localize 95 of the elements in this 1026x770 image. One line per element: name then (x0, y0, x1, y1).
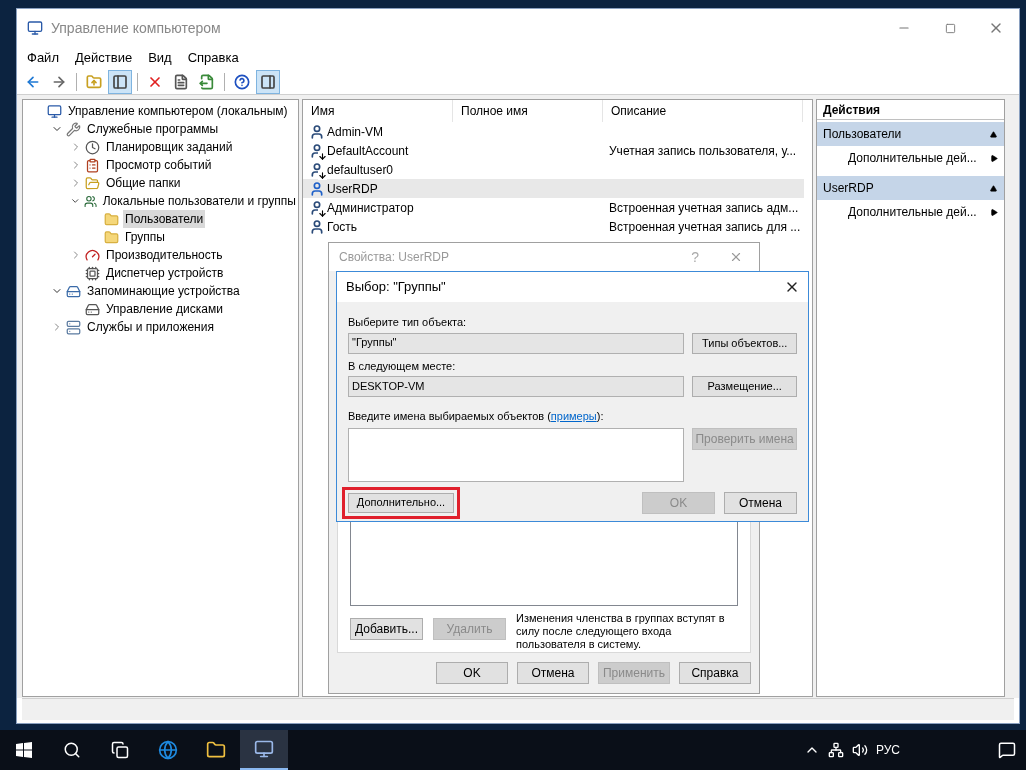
tree-item[interactable]: Диспетчер устройств (104, 264, 226, 282)
folder-icon (206, 740, 226, 760)
collapse-triangle-icon[interactable] (989, 130, 998, 138)
device-icon (85, 265, 100, 281)
tree-item[interactable]: Планировщик заданий (104, 138, 235, 156)
user-name: defaultuser0 (327, 161, 395, 179)
folder-icon (104, 211, 119, 227)
dialog-button[interactable]: Отмена (517, 662, 589, 684)
tools-icon (66, 121, 81, 137)
field-label: Введите имена выбираемых объектов ( (348, 409, 551, 424)
event-log-icon (85, 157, 100, 173)
tree-item[interactable]: Службы и приложения (85, 318, 216, 336)
user-row[interactable]: Admin-VM (303, 122, 804, 141)
tree-item[interactable]: Группы (123, 228, 167, 246)
folder-icon (104, 229, 119, 245)
gauge-icon (85, 247, 100, 263)
storage-icon (66, 283, 81, 299)
tree-pane-button[interactable] (108, 69, 132, 94)
tree-item[interactable]: Управление компьютером (локальным) (66, 102, 290, 120)
export-icon (199, 73, 215, 90)
folder-up-icon (86, 73, 102, 90)
taskbar-app-button[interactable] (240, 730, 288, 770)
user-name: DefaultAccount (327, 142, 410, 160)
dialog-title: Свойства: UserRDP (339, 249, 450, 266)
submenu-arrow-icon (990, 207, 998, 217)
computer-icon (254, 739, 274, 759)
dialog-title: Выбор: "Группы" (346, 278, 446, 297)
section-title: Пользователи (823, 126, 902, 143)
tree-item[interactable]: Пользователи (123, 210, 206, 228)
menu-item[interactable]: Вид (148, 48, 172, 68)
column-header[interactable]: Имя (303, 100, 453, 122)
action-link[interactable]: Дополнительные дей... (848, 149, 977, 167)
advanced-button[interactable]: Дополнительно... (348, 492, 454, 513)
tree-item[interactable]: Служебные программы (85, 120, 221, 138)
action-pane-icon (260, 73, 276, 90)
notifications-icon[interactable] (998, 741, 1016, 759)
user-row[interactable]: UserRDP (303, 179, 804, 198)
action-pane-button[interactable] (256, 69, 280, 94)
location-field: DESKTOP-VM (348, 376, 685, 397)
tree-item[interactable]: Запоминающие устройства (85, 282, 242, 300)
location-button[interactable]: Размещение... (692, 376, 797, 397)
object-types-button[interactable]: Типы объектов... (692, 332, 797, 354)
users-icon (83, 193, 97, 209)
tree-item[interactable]: Просмотр событий (104, 156, 214, 174)
field-label: ): (596, 409, 604, 424)
dialog-button[interactable]: Справка (679, 662, 751, 684)
actions-section-header[interactable]: Пользователи (817, 122, 1004, 146)
submenu-arrow-icon (990, 153, 998, 163)
browser-icon (158, 740, 178, 760)
field-label: В следующем месте: (348, 358, 457, 374)
menu-item[interactable]: Файл (27, 48, 59, 68)
cancel-button[interactable]: Отмена (724, 491, 797, 514)
collapse-triangle-icon[interactable] (989, 184, 998, 192)
dialog-button[interactable]: OK (436, 662, 508, 684)
window-title: Управление компьютером (51, 18, 221, 38)
menu-item[interactable]: Действие (74, 48, 133, 68)
column-header[interactable]: Описание (603, 100, 803, 122)
properties-icon (173, 73, 189, 90)
object-names-input[interactable] (348, 427, 685, 482)
help-icon (234, 73, 250, 90)
language-indicator[interactable]: РУС (875, 741, 900, 759)
user-name: Гость (327, 218, 359, 236)
computer-icon (47, 103, 62, 119)
actions-title: Действия (817, 100, 1004, 120)
object-type-field: "Группы" (348, 332, 685, 354)
search-icon[interactable] (63, 741, 81, 759)
column-header[interactable]: Полное имя (453, 100, 603, 122)
tree-item[interactable]: Управление дисками (104, 300, 225, 318)
user-description: Учетная запись пользователя, у... (609, 142, 797, 160)
add-button[interactable]: Добавить... (350, 618, 423, 640)
tree-item[interactable]: Локальные пользователи и группы (100, 192, 298, 210)
section-title: UserRDP (823, 180, 874, 197)
user-name: Admin-VM (327, 123, 384, 141)
actions-section-header[interactable]: UserRDP (817, 176, 1004, 200)
windows-logo-icon (16, 742, 32, 758)
user-name: UserRDP (327, 180, 379, 198)
shared-folder-icon (85, 175, 100, 191)
volume-icon[interactable] (851, 742, 868, 758)
tree-item[interactable]: Общие папки (104, 174, 183, 192)
tree-item[interactable]: Производительность (104, 246, 225, 264)
menu-item[interactable]: Справка (187, 48, 239, 68)
user-description: Встроенная учетная запись для ... (609, 218, 801, 236)
server-icon (66, 319, 81, 335)
task-view-icon[interactable] (111, 741, 129, 759)
computer-icon (27, 20, 43, 36)
field-label: Выберите тип объекта: (348, 315, 468, 330)
user-row[interactable]: Гость Встроенная учетная запись для ... (303, 217, 804, 236)
clock-icon (85, 139, 100, 155)
network-icon[interactable] (827, 742, 844, 758)
maximize-icon (944, 22, 956, 34)
tree-pane-icon (112, 73, 128, 90)
user-description: Встроенная учетная запись адм... (609, 199, 799, 217)
action-link[interactable]: Дополнительные дей... (848, 203, 977, 221)
membership-note: Изменения членства в группах вступят в силу после следующего входа пользователя в систему. (516, 612, 726, 651)
user-name: Администратор (327, 199, 415, 217)
